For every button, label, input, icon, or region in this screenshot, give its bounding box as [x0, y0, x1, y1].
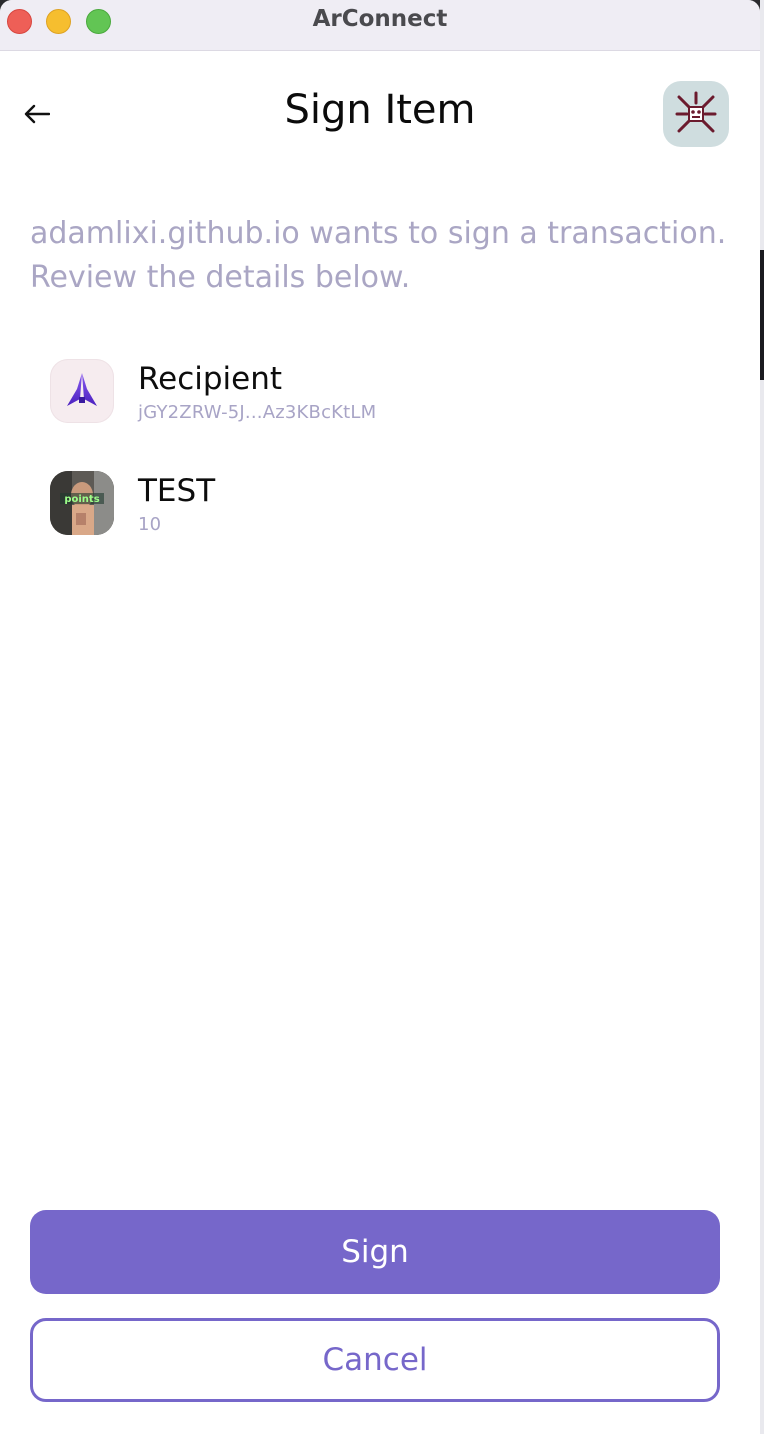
- background-window-edge: [760, 0, 764, 1434]
- page-title: Sign Item: [284, 87, 476, 133]
- item-title: TEST: [138, 473, 216, 509]
- wallet-avatar[interactable]: [663, 81, 729, 147]
- cancel-button[interactable]: Cancel: [30, 1318, 720, 1402]
- token-image-label: points: [64, 494, 99, 505]
- app-window: ArConnect Sign Item adamlixi.github.io w…: [0, 0, 760, 1434]
- item-title: Recipient: [138, 361, 283, 397]
- wallet-avatar-icon: [675, 91, 717, 133]
- title-bar: ArConnect: [0, 0, 760, 51]
- token-amount: 10: [138, 514, 162, 535]
- request-description: adamlixi.github.io wants to sign a trans…: [30, 216, 727, 295]
- recipient-address: jGY2ZRW-5J...Az3KBcKtLM: [138, 402, 377, 423]
- page-header: Sign Item: [0, 51, 760, 181]
- window-title: ArConnect: [312, 6, 448, 32]
- recipient-logo-icon: [50, 359, 114, 423]
- detail-item-token: points TEST 10: [50, 471, 710, 537]
- token-image-icon: points: [50, 471, 114, 535]
- sign-button[interactable]: Sign: [30, 1210, 720, 1294]
- detail-item-recipient: Recipient jGY2ZRW-5J...Az3KBcKtLM: [50, 359, 710, 425]
